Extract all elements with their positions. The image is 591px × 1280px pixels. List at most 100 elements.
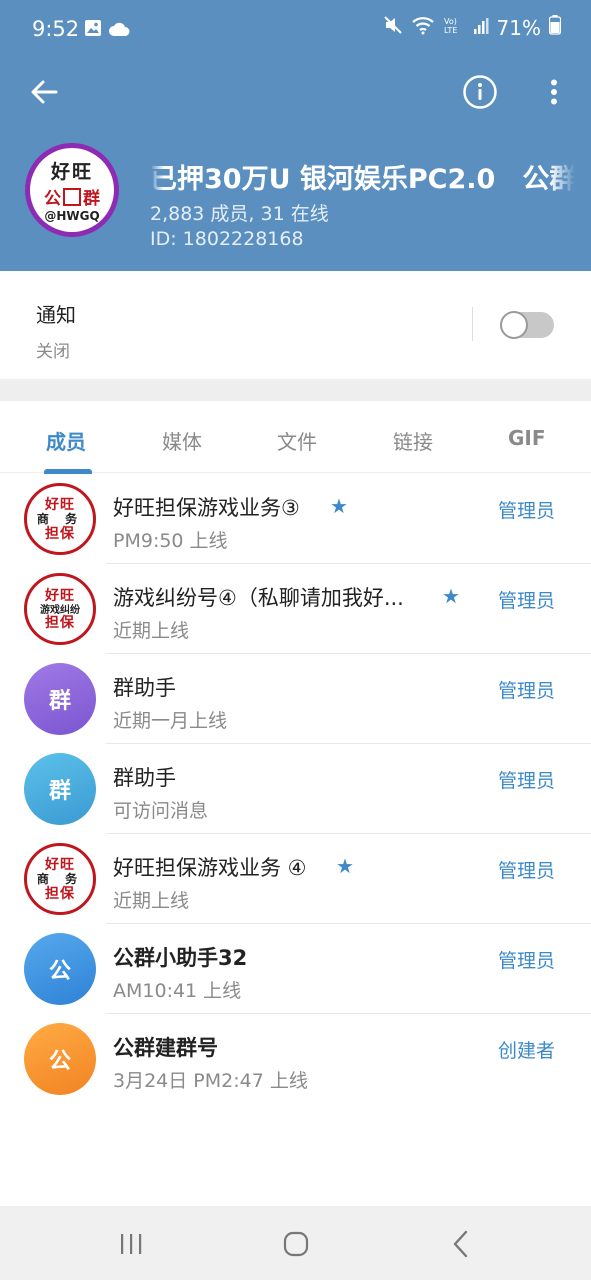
arrow-left-icon (31, 80, 58, 104)
battery-percent: 71% (496, 15, 541, 40)
avatar-letter: 群 (48, 779, 71, 804)
avatar-text-line3: @HWGQ (44, 209, 100, 223)
member-status: 近期上线 (113, 620, 190, 642)
member-name: 公群小助手32 (113, 946, 248, 970)
star-icon: ★ (330, 494, 348, 518)
notification-toggle[interactable] (500, 311, 554, 339)
recent-apps-button[interactable] (111, 1224, 151, 1264)
member-role: 管理员 (497, 590, 555, 612)
member-row[interactable]: 好旺 游戏纠纷 担保 游戏纠纷号④（私聊请加我好... ★ 近期上线 管理员 (0, 564, 591, 654)
member-avatar: 群 (24, 753, 96, 825)
member-name: 公群建群号 (113, 1036, 218, 1060)
group-member-count: 2,883 成员, 31 在线 (150, 203, 329, 225)
volte-icon: Vo) LTE (443, 15, 465, 40)
avatar-stamp-middle: 游戏纠纷 (40, 604, 80, 616)
battery-icon (548, 15, 562, 40)
member-role: 管理员 (497, 770, 555, 792)
member-role: 管理员 (497, 950, 555, 972)
member-row[interactable]: 群 群助手 可访问消息 管理员 (0, 744, 591, 834)
member-avatar: 公 (24, 933, 96, 1005)
status-indicators: Vo) LTE 71% (383, 15, 562, 40)
member-role: 创建者 (497, 1040, 555, 1062)
member-role: 管理员 (497, 860, 555, 882)
section-spacer (0, 379, 591, 401)
member-avatar: 好旺 游戏纠纷 担保 (24, 573, 96, 645)
home-button[interactable] (276, 1224, 316, 1264)
gallery-icon (84, 19, 102, 41)
avatar-box-mark (63, 187, 81, 206)
member-status: PM9:50 上线 (113, 530, 228, 552)
chat-header: 9:52 Vo) LTE 71% 好旺 公 群 @HWGQ 已押30万U 银河娱… (0, 0, 591, 271)
group-avatar-logo: 好旺 公 群 @HWGQ (30, 148, 114, 232)
more-options-button[interactable] (536, 72, 572, 112)
avatar-stamp-bottom: 担保 (45, 525, 75, 542)
avatar-text-line2b: 群 (83, 189, 100, 209)
member-row[interactable]: 群 群助手 近期一月上线 管理员 (0, 654, 591, 744)
member-status: 近期上线 (113, 890, 190, 912)
member-avatar: 公 (24, 1023, 96, 1095)
avatar-letter: 公 (48, 959, 71, 984)
avatar-letter: 公 (48, 1049, 71, 1074)
notification-status: 关闭 (36, 342, 70, 362)
svg-text:Vo): Vo) (444, 17, 457, 26)
group-id: ID: 1802228168 (150, 228, 304, 250)
avatar-stamp-bottom: 担保 (45, 885, 75, 902)
member-row[interactable]: 公 公群小助手32 AM10:41 上线 管理员 (0, 924, 591, 1014)
member-role: 管理员 (497, 500, 555, 522)
recent-apps-icon (121, 1234, 142, 1254)
more-vertical-icon (551, 79, 557, 105)
member-status: 近期一月上线 (113, 710, 228, 732)
notification-label: 通知 (36, 303, 76, 327)
tab-files[interactable]: 文件 (277, 426, 317, 455)
mute-icon (383, 15, 403, 40)
member-avatar: 好旺 商 务 担保 (24, 483, 96, 555)
home-icon (283, 1231, 309, 1257)
cloud-icon (108, 21, 130, 41)
info-button[interactable] (460, 72, 500, 112)
back-button[interactable] (24, 72, 64, 112)
tab-members[interactable]: 成员 (46, 426, 86, 455)
avatar-stamp-top: 好旺 (45, 588, 75, 605)
status-bar: 9:52 Vo) LTE 71% (0, 0, 591, 60)
toggle-knob (500, 311, 528, 339)
member-name: 群助手 (113, 766, 176, 790)
avatar-text-line1: 好旺 (50, 161, 93, 183)
system-navigation-bar (0, 1206, 591, 1280)
member-name: 游戏纠纷号④（私聊请加我好... (113, 586, 404, 610)
system-back-button[interactable] (441, 1224, 481, 1264)
star-icon: ★ (336, 854, 354, 878)
avatar-letter: 群 (48, 689, 71, 714)
tab-media[interactable]: 媒体 (162, 426, 202, 455)
chevron-left-icon (453, 1230, 468, 1258)
tab-gif[interactable]: GIF (508, 426, 546, 450)
member-name: 好旺担保游戏业务③ (113, 496, 300, 520)
info-icon (463, 75, 497, 109)
divider (472, 307, 473, 341)
member-name: 好旺担保游戏业务 ④ (113, 856, 307, 880)
group-avatar[interactable]: 好旺 公 群 @HWGQ (25, 143, 119, 237)
member-status: 3月24日 PM2:47 上线 (113, 1070, 308, 1092)
member-status: AM10:41 上线 (113, 980, 242, 1002)
media-tabs: 成员 媒体 文件 链接 GIF (0, 401, 591, 474)
avatar-stamp-middle: 商 务 (36, 512, 84, 527)
signal-icon (473, 16, 489, 40)
notification-setting-row[interactable]: 通知 关闭 (0, 271, 591, 379)
member-name: 群助手 (113, 676, 176, 700)
avatar-text-line2a: 公 (44, 189, 61, 209)
avatar-stamp-bottom: 担保 (45, 614, 75, 631)
group-title: 已押30万U 银河娱乐PC2.0 公群 (150, 164, 575, 195)
member-row[interactable]: 好旺 商 务 担保 好旺担保游戏业务③ ★ PM9:50 上线 管理员 (0, 474, 591, 564)
avatar-stamp-middle: 商 务 (36, 872, 84, 887)
avatar-text-line2: 公 群 (44, 184, 100, 209)
member-role: 管理员 (497, 680, 555, 702)
star-icon: ★ (442, 584, 460, 608)
svg-text:LTE: LTE (444, 26, 457, 35)
member-status: 可访问消息 (113, 800, 209, 822)
member-avatar: 好旺 商 务 担保 (24, 843, 96, 915)
member-row[interactable]: 好旺 商 务 担保 好旺担保游戏业务 ④ ★ 近期上线 管理员 (0, 834, 591, 924)
wifi-icon (411, 15, 435, 40)
member-avatar: 群 (24, 663, 96, 735)
status-time: 9:52 (32, 17, 80, 41)
tab-links[interactable]: 链接 (393, 426, 433, 455)
member-row[interactable]: 公 公群建群号 3月24日 PM2:47 上线 创建者 (0, 1014, 591, 1104)
